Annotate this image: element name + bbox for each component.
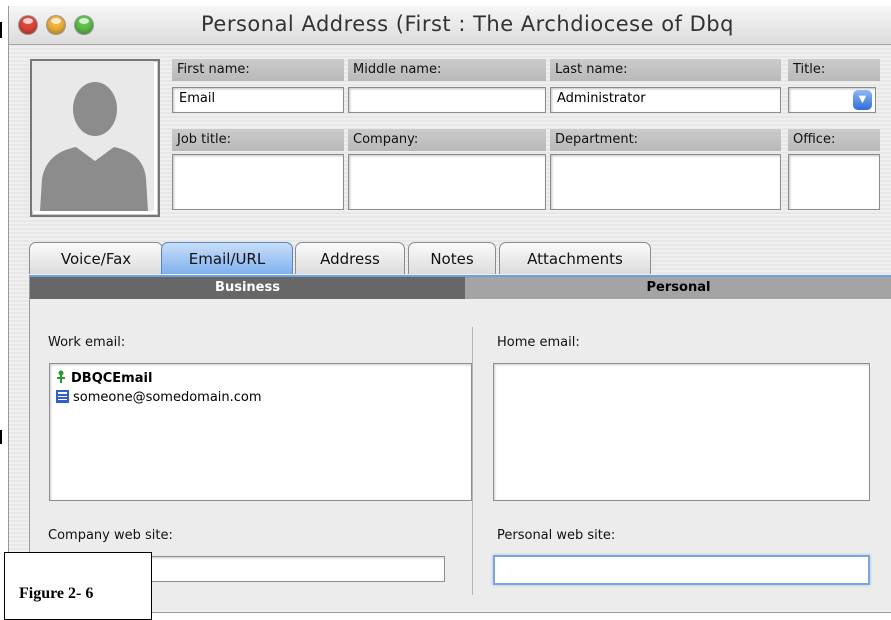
job-title-label: Job title: (172, 129, 344, 151)
last-name-label: Last name: (550, 59, 781, 81)
close-button[interactable] (19, 16, 37, 34)
home-email-label: Home email: (497, 335, 580, 350)
email-address-icon (56, 390, 69, 403)
personal-web-site-field[interactable] (493, 555, 870, 585)
company-label: Company: (348, 129, 546, 151)
contact-icon (57, 370, 65, 383)
tab-notes[interactable]: Notes (408, 242, 496, 274)
figure-caption: Figure 2- 6 (19, 585, 94, 602)
email-url-panel: Business Personal Work email: DBQCEmail … (29, 275, 891, 609)
tab-address[interactable]: Address (295, 242, 405, 274)
company-field[interactable] (348, 154, 546, 210)
department-field[interactable] (550, 154, 781, 210)
work-email-label: Work email: (48, 335, 126, 350)
middle-name-label: Middle name: (348, 59, 546, 81)
column-divider (472, 327, 473, 595)
minimize-button[interactable] (47, 16, 65, 34)
department-label: Department: (550, 129, 781, 151)
office-label: Office: (788, 129, 880, 151)
office-field[interactable] (788, 154, 880, 210)
figure-caption-box: Figure 2- 6 (4, 552, 152, 620)
tab-email-url[interactable]: Email/URL (161, 242, 293, 274)
chevron-down-icon[interactable]: ▼ (853, 90, 872, 110)
last-name-field[interactable]: Administrator (550, 87, 781, 113)
person-silhouette-icon (32, 61, 154, 211)
page-fragment-mark (0, 22, 2, 38)
contact-photo[interactable] (30, 59, 160, 217)
address-window: Personal Address (First : The Archdioces… (8, 6, 891, 613)
segment-personal[interactable]: Personal (465, 277, 891, 299)
company-web-site-label: Company web site: (48, 528, 173, 543)
tab-attachments[interactable]: Attachments (499, 242, 651, 274)
first-name-label: First name: (172, 59, 344, 81)
list-item[interactable]: someone@somedomain.com (56, 390, 262, 405)
personal-web-site-label: Personal web site: (497, 528, 616, 543)
segment-business[interactable]: Business (30, 277, 465, 299)
home-email-list[interactable] (493, 363, 870, 501)
title-label: Title: (788, 59, 880, 81)
job-title-field[interactable] (172, 154, 344, 210)
zoom-button[interactable] (75, 16, 93, 34)
middle-name-field[interactable] (348, 87, 546, 113)
list-item[interactable]: DBQCEmail (56, 370, 152, 386)
tab-voice-fax[interactable]: Voice/Fax (29, 242, 163, 274)
title-select[interactable]: ▼ (788, 87, 876, 113)
work-email-list[interactable]: DBQCEmail someone@somedomain.com (49, 363, 472, 501)
email-address-text: someone@somedomain.com (73, 390, 262, 405)
title-bar[interactable]: Personal Address (First : The Archdioces… (9, 6, 891, 45)
page-fragment-mark (0, 430, 2, 444)
first-name-field[interactable]: Email (172, 87, 344, 113)
contact-entry-name: DBQCEmail (71, 371, 153, 386)
window-title: Personal Address (First : The Archdioces… (201, 12, 734, 36)
